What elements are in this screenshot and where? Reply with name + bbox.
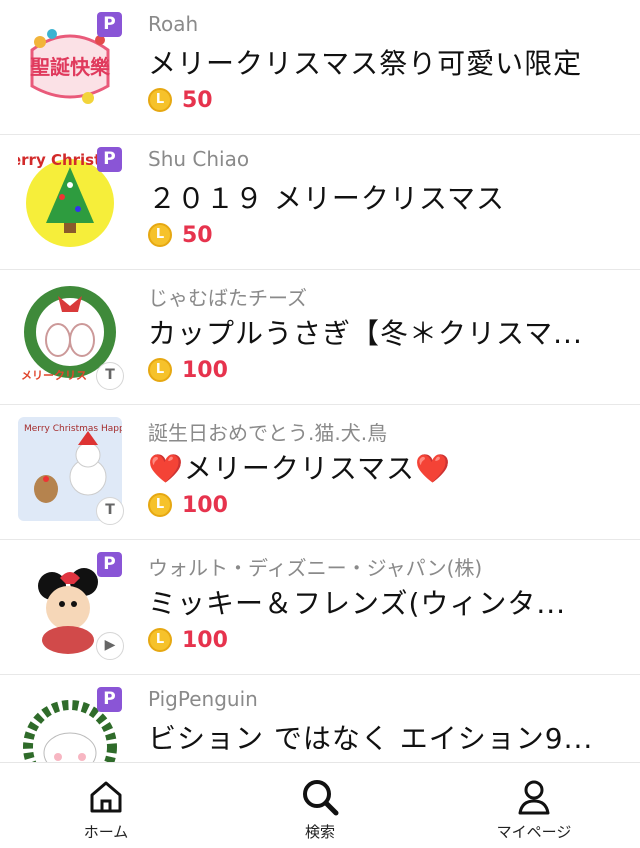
search-icon: [303, 780, 339, 816]
sticker-thumbnail-text: メリークリス: [21, 369, 87, 382]
type-badge: T: [96, 497, 124, 525]
list-item[interactable]: Merry Christmas Happy New Year T 誕生日おめでと…: [0, 405, 640, 540]
sticker-thumbnail-text: Merry Christmas Happy New Year: [24, 424, 122, 434]
price: L 100: [148, 626, 228, 654]
bottom-tab-bar: ホーム 検索 マイページ: [0, 762, 640, 847]
premium-badge: P: [97, 552, 122, 577]
tab-search[interactable]: 検索: [250, 763, 390, 848]
author-name: じゃむばたチーズ: [148, 286, 307, 310]
sticker-thumbnail-text: 聖誕快樂: [30, 55, 111, 79]
sticker-list: 聖誕快樂 P Roah メリークリスマス祭り可愛い限定 L 50 Merry C…: [0, 0, 640, 762]
author-name: PigPenguin: [148, 687, 258, 711]
line-coin-icon: L: [148, 223, 172, 247]
sticker-title[interactable]: メリークリスマス祭り可愛い限定: [148, 42, 618, 82]
line-coin-icon: L: [148, 358, 172, 382]
list-item[interactable]: P PigPenguin ビション ではなく エイション9...: [0, 675, 640, 762]
sticker-title[interactable]: ビション ではなく エイション9...: [148, 717, 618, 757]
animated-badge: ▶: [96, 632, 124, 660]
list-item[interactable]: Merry Christmas P Shu Chiao ２０１９ メリークリスマ…: [0, 135, 640, 270]
home-icon: [90, 781, 122, 813]
premium-badge: P: [97, 147, 122, 172]
premium-badge: P: [97, 687, 122, 712]
price-value: 100: [182, 627, 228, 653]
price: L 100: [148, 491, 228, 519]
premium-badge: P: [97, 12, 122, 37]
tab-mypage-label: マイページ: [496, 823, 572, 841]
tab-mypage[interactable]: マイページ: [464, 763, 604, 848]
price-value: 100: [182, 357, 228, 383]
line-coin-icon: L: [148, 88, 172, 112]
tab-search-label: 検索: [304, 823, 335, 841]
price: L 50: [148, 221, 213, 249]
price-value: 100: [182, 492, 228, 518]
list-item[interactable]: メリークリス T じゃむばたチーズ カップルうさぎ【冬＊クリスマ... L 10…: [0, 270, 640, 405]
sticker-title[interactable]: ミッキー＆フレンズ(ウィンタ...: [148, 582, 618, 622]
sticker-title[interactable]: ❤️メリークリスマス❤️: [148, 447, 618, 487]
list-item[interactable]: P ▶ ウォルト・ディズニー・ジャパン(株) ミッキー＆フレンズ(ウィンタ...…: [0, 540, 640, 675]
tab-home-label: ホーム: [83, 823, 129, 841]
author-name: 誕生日おめでとう.猫.犬.鳥: [148, 421, 388, 445]
line-coin-icon: L: [148, 493, 172, 517]
list-item[interactable]: 聖誕快樂 P Roah メリークリスマス祭り可愛い限定 L 50: [0, 0, 640, 135]
type-badge: T: [96, 362, 124, 390]
price-value: 50: [182, 222, 213, 248]
sticker-title[interactable]: カップルうさぎ【冬＊クリスマ...: [148, 312, 618, 352]
author-name: Shu Chiao: [148, 147, 250, 171]
price-value: 50: [182, 87, 213, 113]
person-icon: [518, 780, 550, 815]
author-name: ウォルト・ディズニー・ジャパン(株): [148, 556, 483, 580]
sticker-title[interactable]: ２０１９ メリークリスマス: [148, 177, 618, 217]
price: L 50: [148, 86, 213, 114]
author-name: Roah: [148, 12, 199, 36]
line-coin-icon: L: [148, 628, 172, 652]
tab-home[interactable]: ホーム: [36, 763, 176, 848]
price: L 100: [148, 356, 228, 384]
